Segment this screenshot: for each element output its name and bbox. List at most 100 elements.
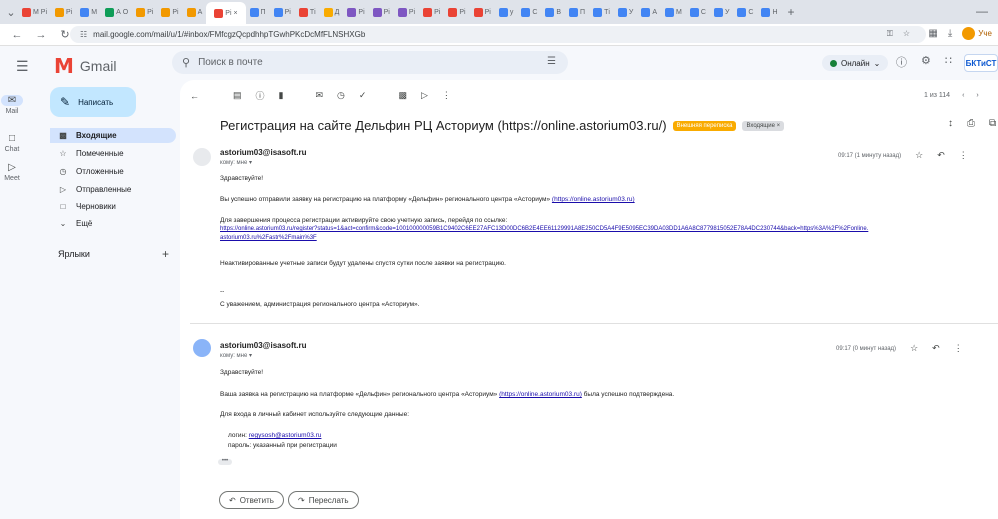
browser-tab[interactable]: М Рі (18, 3, 51, 21)
browser-tab[interactable]: Ті (295, 3, 320, 21)
browser-tab[interactable]: Рі (343, 3, 368, 21)
delete-icon[interactable]: ▮ (279, 90, 284, 101)
browser-tab[interactable]: Рі (394, 3, 419, 21)
tab-search-icon[interactable]: ⌄ (4, 6, 18, 19)
rail-chat[interactable]: □ Chat (0, 133, 24, 153)
browser-tab[interactable]: Рі (157, 3, 182, 21)
browser-tab[interactable]: У (710, 3, 733, 21)
new-tab-button[interactable]: + (788, 5, 795, 19)
browser-tab[interactable]: А О (101, 3, 132, 21)
star-icon[interactable]: ☆ (915, 150, 923, 161)
browser-tab[interactable]: С (686, 3, 710, 21)
site-link[interactable]: (https://online.astorium03.ru) (499, 391, 582, 398)
password-key-icon[interactable]: ⚿ (887, 29, 893, 39)
rail-mail[interactable]: ✉ Mail (0, 95, 24, 115)
browser-tab[interactable]: Ті (589, 3, 614, 21)
browser-tab[interactable]: Н (757, 3, 781, 21)
rail-meet[interactable]: ▷ Meet (0, 162, 24, 182)
minimize-icon[interactable]: — (976, 4, 988, 18)
archive-icon[interactable]: ▤ (233, 90, 242, 101)
more-vert-icon[interactable]: ⋮ (959, 150, 968, 161)
account-badge[interactable]: БКТиСТ (964, 54, 998, 72)
reply-button[interactable]: ↶ Ответить (219, 491, 284, 509)
browser-tab[interactable]: Рі × (206, 2, 246, 24)
search-icon[interactable]: ⚲ (182, 56, 190, 69)
collapse-all-icon[interactable]: ↕ (948, 118, 953, 129)
compose-label: Написать (78, 97, 114, 107)
back-icon[interactable]: ← (10, 29, 24, 41)
browser-tab[interactable]: Рі (470, 3, 495, 21)
search-options-icon[interactable]: ☰ (547, 56, 556, 67)
add-label-icon[interactable]: + (162, 247, 169, 261)
more-vert-icon[interactable]: ⋮ (442, 90, 451, 101)
browser-tab[interactable]: Рі (369, 3, 394, 21)
open-new-window-icon[interactable]: ⧉ (989, 118, 996, 129)
forward-button[interactable]: ↷ Переслать (288, 491, 359, 509)
move-to-icon[interactable]: ▩ (398, 90, 407, 101)
gmail-logo[interactable]: M Gmail (54, 54, 116, 78)
browser-tab[interactable]: Д (320, 3, 344, 21)
browser-tab[interactable]: Рі (270, 3, 295, 21)
sender-email[interactable]: astorium03@isasoft.ru (220, 148, 307, 157)
login-email-link[interactable]: regysosh@astorium03.ru (249, 432, 322, 439)
sender-avatar[interactable] (193, 148, 211, 166)
forward-icon[interactable]: → (34, 29, 48, 41)
status-dropdown[interactable]: Онлайн ⌄ (822, 55, 889, 71)
next-page-icon[interactable]: › (976, 92, 978, 99)
sidebar-item-starred[interactable]: ☆ Помеченные (50, 146, 176, 161)
browser-tab[interactable]: Рі (419, 3, 444, 21)
snooze-icon[interactable]: ◷ (337, 90, 345, 101)
extensions-icon[interactable]: ▦ (928, 28, 937, 39)
help-icon[interactable]: ⓘ (896, 54, 907, 70)
browser-tab[interactable]: В (541, 3, 565, 21)
print-icon[interactable]: ⎙ (967, 118, 975, 129)
sidebar-item-more[interactable]: ⌄ Ещё (50, 216, 176, 231)
address-bar[interactable]: ☷ mail.google.com/mail/u/1/#inbox/FMfcgz… (70, 26, 926, 43)
compose-button[interactable]: ✎ Написать (50, 87, 136, 117)
site-link[interactable]: (https://online.astorium03.ru) (552, 196, 635, 203)
bookmark-star-icon[interactable]: ☆ (903, 29, 910, 39)
search-input[interactable]: ⚲ Поиск в почте ☰ (172, 51, 568, 74)
sidebar-item-drafts[interactable]: □ Черновики (50, 199, 176, 214)
main-menu-icon[interactable]: ☰ (16, 58, 29, 75)
browser-tab[interactable]: А (183, 3, 207, 21)
browser-tab[interactable]: С (733, 3, 757, 21)
browser-tab[interactable]: П (565, 3, 589, 21)
profile-button[interactable]: Уче (962, 27, 992, 40)
reply-icon[interactable]: ↶ (932, 343, 940, 354)
browser-tab[interactable]: П (246, 3, 270, 21)
browser-tab[interactable]: Рі (132, 3, 157, 21)
apps-grid-icon[interactable]: ∷ (945, 54, 952, 70)
label-icon[interactable]: ▷ (421, 90, 428, 101)
more-vert-icon[interactable]: ⋮ (954, 343, 963, 354)
settings-gear-icon[interactable]: ⚙ (921, 54, 931, 70)
paragraph-text: была успешно подтверждена. (583, 391, 675, 398)
download-icon[interactable]: ⤓ (948, 28, 952, 39)
browser-tab[interactable]: С (517, 3, 541, 21)
prev-page-icon[interactable]: ‹ (962, 92, 964, 99)
sidebar-item-snoozed[interactable]: ◷ Отложенные (50, 164, 176, 179)
recipient-toggle[interactable]: кому: мне ▾ (220, 159, 307, 166)
back-arrow-icon[interactable]: ← (190, 91, 199, 101)
activation-link[interactable]: https://online.astorium03.ru/register?st… (220, 225, 990, 243)
sender-avatar[interactable] (193, 339, 211, 357)
sidebar-item-inbox[interactable]: ▩ Входящие (50, 128, 176, 143)
star-icon[interactable]: ☆ (910, 343, 918, 354)
browser-tab[interactable]: М (661, 3, 686, 21)
browser-tab[interactable]: у (495, 3, 518, 21)
report-spam-icon[interactable]: ⓘ (256, 89, 265, 102)
browser-tab[interactable]: М (76, 3, 101, 21)
mark-unread-icon[interactable]: ✉ (315, 90, 323, 101)
recipient-toggle[interactable]: кому: мне ▾ (220, 352, 307, 359)
sender-email[interactable]: astorium03@isasoft.ru (220, 341, 307, 350)
site-info-icon[interactable]: ☷ (80, 30, 87, 39)
browser-tab[interactable]: У (614, 3, 637, 21)
inbox-label-chip[interactable]: Входящие × (742, 120, 785, 131)
browser-tab[interactable]: Рі (444, 3, 469, 21)
reply-icon[interactable]: ↶ (937, 150, 945, 161)
browser-tab[interactable]: А (637, 3, 661, 21)
add-task-icon[interactable]: ✓ (359, 90, 367, 101)
show-trimmed-button[interactable]: ••• (218, 458, 232, 465)
sidebar-item-sent[interactable]: ▷ Отправленные (50, 182, 176, 197)
browser-tab[interactable]: Рі (51, 3, 76, 21)
